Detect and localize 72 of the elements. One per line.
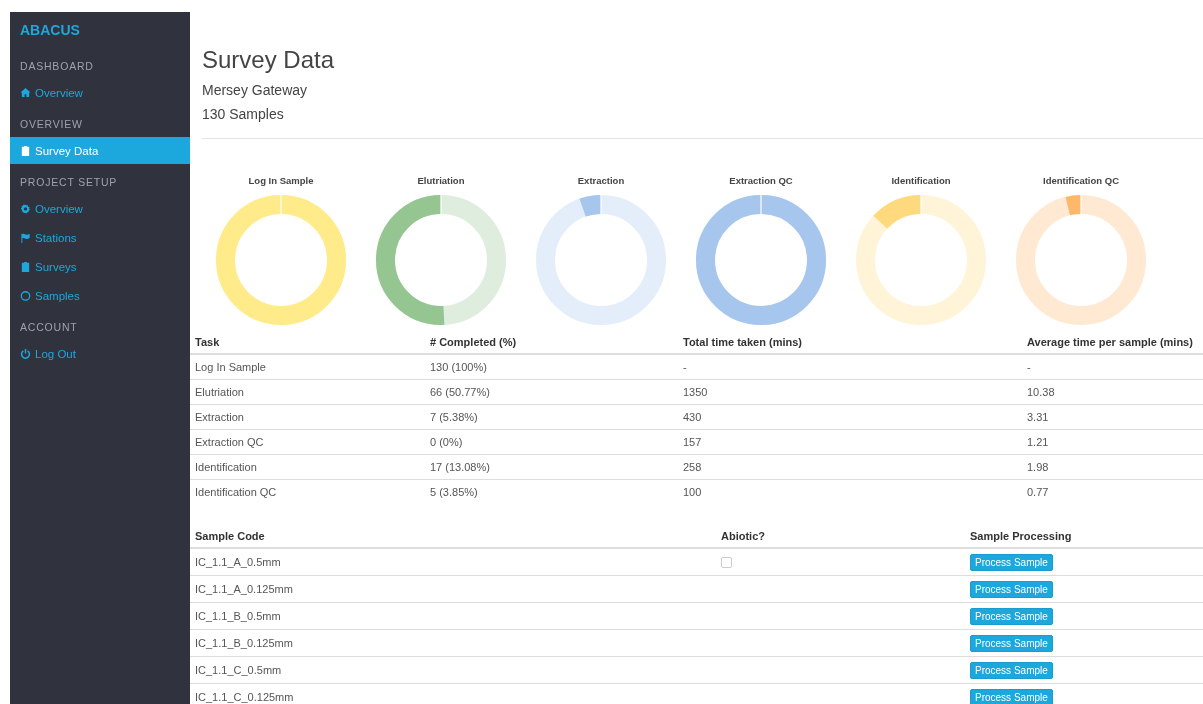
process-sample-button[interactable]: Process Sample — [970, 580, 1053, 598]
table-cell: IC_1.1_B_0.125mm — [190, 629, 716, 657]
chart-title: Extraction QC — [729, 174, 793, 188]
table-cell: IC_1.1_A_0.125mm — [190, 575, 716, 603]
power-icon — [20, 348, 31, 359]
table-cell: 0 (0%) — [425, 429, 678, 455]
table-cell: 157 — [678, 429, 1022, 455]
table-cell: 1.21 — [1022, 429, 1203, 455]
nav-item[interactable]: Samples — [10, 282, 190, 309]
chart-title: Extraction — [577, 174, 625, 188]
column-header: Total time taken (mins) — [678, 330, 1022, 354]
nav-item[interactable]: Overview — [10, 195, 190, 222]
process-sample-button[interactable]: Process Sample — [970, 553, 1053, 571]
table-cell: 10.38 — [1022, 379, 1203, 405]
chart-title: Elutriation — [417, 174, 465, 188]
clipboard-icon — [20, 261, 31, 272]
nav-item[interactable]: Stations — [10, 224, 190, 251]
page-title: Survey Data — [202, 46, 335, 74]
nav-item[interactable]: Surveys — [10, 253, 190, 280]
table-cell: Extraction — [190, 404, 425, 430]
table-cell: 258 — [678, 454, 1022, 480]
app-logo[interactable]: ABACUS — [10, 12, 190, 48]
table-cell: - — [1022, 354, 1203, 380]
home-icon — [20, 87, 31, 98]
table-cell: IC_1.1_A_0.5mm — [190, 548, 716, 576]
table-cell: 100 — [678, 479, 1022, 504]
section-heading: ACCOUNT — [19, 320, 79, 335]
table-cell: 430 — [678, 404, 1022, 430]
table-cell: 0.77 — [1022, 479, 1203, 504]
table-cell: IC_1.1_B_0.5mm — [190, 602, 716, 630]
table-cell: Identification QC — [190, 479, 425, 504]
flag-icon — [20, 232, 31, 243]
table-cell: - — [678, 354, 1022, 380]
process-sample-button[interactable]: Process Sample — [970, 607, 1053, 625]
nav-item[interactable]: Log Out — [10, 340, 190, 367]
column-header: Sample Code — [190, 524, 716, 548]
section-heading: DASHBOARD — [19, 59, 95, 74]
table-cell: 3.31 — [1022, 404, 1203, 430]
chart-title: Log In Sample — [248, 174, 314, 188]
section-heading: PROJECT SETUP — [19, 175, 119, 190]
abiotic-checkbox[interactable] — [721, 557, 732, 569]
column-header: Average time per sample (mins) — [1022, 330, 1203, 354]
sample-count: 130 Samples — [202, 106, 284, 122]
process-sample-button[interactable]: Process Sample — [970, 661, 1053, 679]
table-cell: IC_1.1_C_0.125mm — [190, 683, 716, 704]
chart-title: Identification QC — [1043, 174, 1119, 188]
table-cell: 7 (5.38%) — [425, 404, 678, 430]
section-heading: OVERVIEW — [19, 117, 84, 132]
table-cell: 5 (3.85%) — [425, 479, 678, 504]
nav-item[interactable]: Survey Data — [10, 137, 190, 164]
table-cell: Extraction QC — [190, 429, 425, 455]
process-sample-button[interactable]: Process Sample — [970, 634, 1053, 652]
table-cell: 130 (100%) — [425, 354, 678, 380]
process-sample-button[interactable]: Process Sample — [970, 688, 1053, 704]
column-header: Task — [190, 330, 425, 354]
table-cell: 17 (13.08%) — [425, 454, 678, 480]
gear-icon — [20, 203, 31, 214]
project-name: Mersey Gateway — [202, 82, 308, 98]
table-cell: 1.98 — [1022, 454, 1203, 480]
column-header: Abiotic? — [716, 524, 965, 548]
table-cell: Log In Sample — [190, 354, 425, 380]
column-header: # Completed (%) — [425, 330, 678, 354]
circle-icon — [20, 290, 31, 301]
nav-item[interactable]: Overview — [10, 79, 190, 106]
column-header: Sample Processing — [965, 524, 1203, 548]
table-cell: 66 (50.77%) — [425, 379, 678, 405]
table-cell: IC_1.1_C_0.5mm — [190, 656, 716, 684]
clipboard-icon — [20, 145, 31, 156]
chart-title: Identification — [891, 174, 951, 188]
table-cell: Identification — [190, 454, 425, 480]
table-cell: Elutriation — [190, 379, 425, 405]
table-cell: 1350 — [678, 379, 1022, 405]
